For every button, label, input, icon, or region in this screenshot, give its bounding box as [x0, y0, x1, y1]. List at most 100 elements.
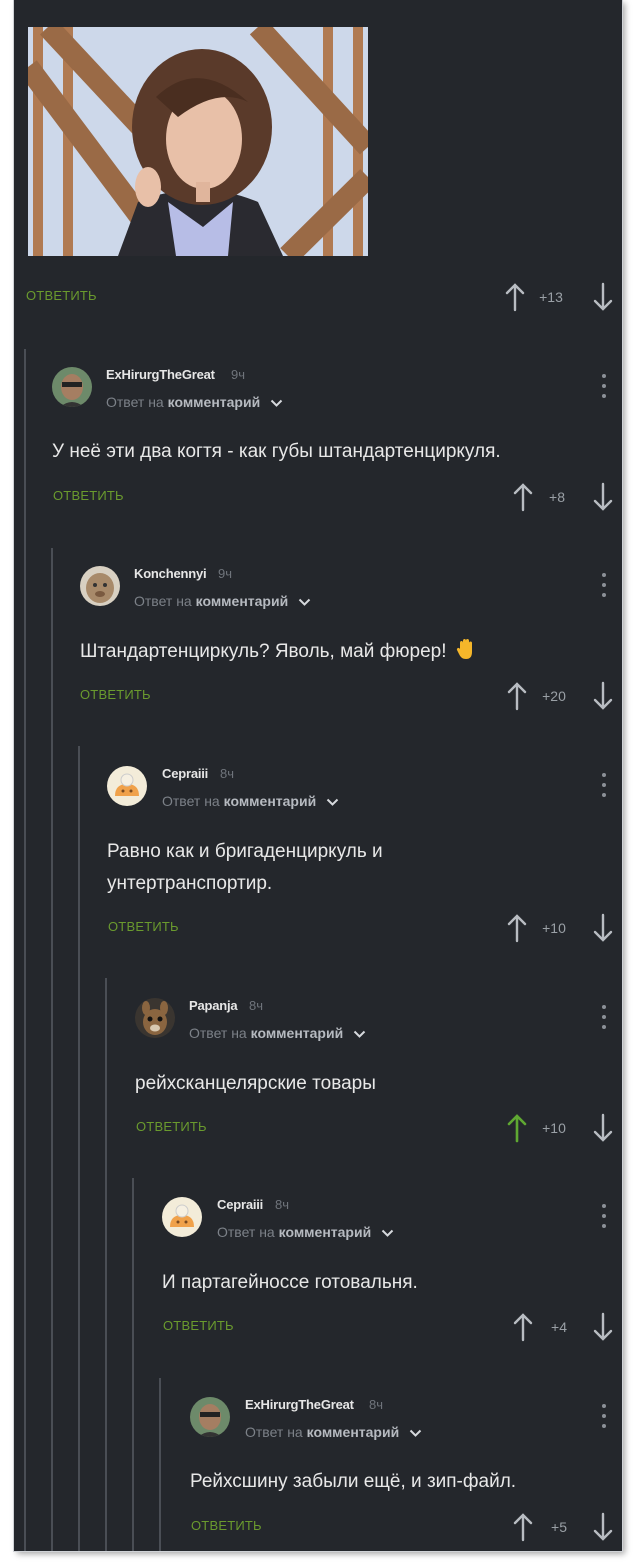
reply-prefix: Ответ на	[217, 1224, 275, 1240]
kebab-menu-icon[interactable]	[601, 374, 607, 400]
reply-button[interactable]: ОТВЕТИТЬ	[163, 1318, 234, 1333]
arrow-up-icon[interactable]	[512, 482, 534, 512]
comment-text: У неё эти два когтя - как губы штандарте…	[52, 441, 501, 462]
arrow-up-icon[interactable]	[512, 1312, 534, 1342]
vote-widget: +10	[506, 1113, 618, 1143]
chevron-down-icon	[353, 1030, 366, 1038]
arrow-up-icon[interactable]	[504, 282, 526, 312]
arrow-down-icon[interactable]	[592, 1113, 614, 1143]
reply-button[interactable]: ОТВЕТИТЬ	[108, 919, 179, 934]
avatar[interactable]	[107, 766, 147, 806]
chevron-down-icon	[381, 1229, 394, 1237]
avatar[interactable]	[135, 998, 175, 1038]
reply-prefix: Ответ на	[245, 1424, 303, 1440]
arrow-down-icon[interactable]	[592, 482, 614, 512]
reply-to-link[interactable]: Ответ на комментарий	[245, 1424, 422, 1440]
chevron-down-icon	[270, 399, 283, 407]
reply-to-link[interactable]: Ответ на комментарий	[217, 1224, 394, 1240]
reply-button[interactable]: ОТВЕТИТЬ	[136, 1119, 207, 1134]
vote-widget: +8	[512, 482, 618, 512]
kebab-menu-icon[interactable]	[601, 1204, 607, 1230]
thread-line[interactable]	[132, 1178, 134, 1551]
avatar[interactable]	[80, 566, 120, 606]
thread-line[interactable]	[105, 978, 107, 1551]
comment-author[interactable]: ExHirurgTheGreat	[106, 367, 215, 382]
arrow-down-icon[interactable]	[592, 1312, 614, 1342]
kebab-menu-icon[interactable]	[601, 573, 607, 599]
vote-score: +4	[551, 1319, 567, 1335]
comments-panel: ОТВЕТИТЬ +13 ExHirurgTheGreat 9ч Ответ н…	[14, 0, 622, 1551]
comment-time: 8ч	[369, 1397, 384, 1412]
reply-to-link[interactable]: Ответ на комментарий	[162, 793, 339, 809]
avatar[interactable]	[52, 367, 92, 407]
avatar[interactable]	[190, 1397, 230, 1437]
comment-author[interactable]: ExHirurgTheGreat	[245, 1397, 354, 1412]
reply-button[interactable]: ОТВЕТИТЬ	[26, 288, 97, 303]
comment-time: 8ч	[275, 1197, 290, 1212]
comment-image[interactable]	[28, 27, 368, 256]
arrow-down-icon[interactable]	[592, 1512, 614, 1542]
comment-time: 8ч	[220, 766, 235, 781]
chevron-down-icon	[298, 598, 311, 606]
reply-prefix: Ответ на	[106, 394, 164, 410]
chevron-down-icon	[409, 1429, 422, 1437]
comment-text: Равно как и бригаденциркуль и	[107, 841, 383, 862]
vote-score: +13	[539, 289, 563, 305]
reply-target: комментарий	[278, 1224, 372, 1240]
thread-line[interactable]	[159, 1378, 161, 1551]
reply-button[interactable]: ОТВЕТИТЬ	[191, 1518, 262, 1533]
thread-line[interactable]	[78, 746, 80, 1551]
avatar[interactable]	[162, 1197, 202, 1237]
arrow-up-icon[interactable]	[506, 913, 528, 943]
arrow-down-icon[interactable]	[592, 282, 614, 312]
comment-text: И партагейноссе готовальня.	[162, 1272, 418, 1293]
reply-target: комментарий	[250, 1025, 344, 1041]
reply-button[interactable]: ОТВЕТИТЬ	[53, 488, 124, 503]
reply-prefix: Ответ на	[162, 793, 220, 809]
comment-author[interactable]: Cepraiii	[217, 1197, 263, 1212]
reply-prefix: Ответ на	[189, 1025, 247, 1041]
reply-prefix: Ответ на	[134, 593, 192, 609]
vote-widget: +20	[506, 681, 618, 711]
thread-line[interactable]	[24, 349, 26, 1551]
vote-score: +5	[551, 1519, 567, 1535]
comment-author[interactable]: Konchennyi	[134, 566, 207, 581]
vote-widget: +10	[506, 913, 618, 943]
vote-score: +8	[549, 489, 565, 505]
vote-score: +10	[542, 920, 566, 936]
reply-target: комментарий	[195, 593, 289, 609]
comment-time: 9ч	[231, 367, 246, 382]
vote-widget: +13	[504, 282, 618, 312]
comment-text: Штандартенциркуль? Яволь, май фюрер!	[80, 641, 447, 662]
comment-author[interactable]: Cepraiii	[162, 766, 208, 781]
comment-time: 9ч	[218, 566, 233, 581]
vote-widget: +4	[512, 1312, 618, 1342]
reply-to-link[interactable]: Ответ на комментарий	[134, 593, 311, 609]
reply-target: комментарий	[306, 1424, 400, 1440]
chevron-down-icon	[326, 798, 339, 806]
kebab-menu-icon[interactable]	[601, 1404, 607, 1430]
raised-hand-emoji	[456, 639, 472, 659]
arrow-up-icon[interactable]	[512, 1512, 534, 1542]
vote-score: +20	[542, 688, 566, 704]
comment-text: рейхсканцелярские товары	[135, 1073, 376, 1094]
reply-button[interactable]: ОТВЕТИТЬ	[80, 687, 151, 702]
arrow-up-icon[interactable]	[506, 681, 528, 711]
kebab-menu-icon[interactable]	[601, 1005, 607, 1031]
kebab-menu-icon[interactable]	[601, 773, 607, 799]
comment-time: 8ч	[249, 998, 264, 1013]
arrow-down-icon[interactable]	[592, 913, 614, 943]
reply-to-link[interactable]: Ответ на комментарий	[106, 394, 283, 410]
arrow-up-icon[interactable]	[506, 1113, 528, 1143]
vote-score: +10	[542, 1120, 566, 1136]
vote-widget: +5	[512, 1512, 618, 1542]
comment-author[interactable]: Papanja	[189, 998, 238, 1013]
arrow-down-icon[interactable]	[592, 681, 614, 711]
comment-text-row: Штандартенциркуль? Яволь, май фюрер!	[80, 636, 476, 668]
reply-to-link[interactable]: Ответ на комментарий	[189, 1025, 366, 1041]
thread-line[interactable]	[51, 548, 53, 1551]
comment-text: Рейхсшину забыли ещё, и зип-файл.	[190, 1471, 517, 1492]
reply-target: комментарий	[223, 793, 317, 809]
comment-text: унтертранспортир.	[107, 873, 273, 894]
reply-target: комментарий	[167, 394, 261, 410]
